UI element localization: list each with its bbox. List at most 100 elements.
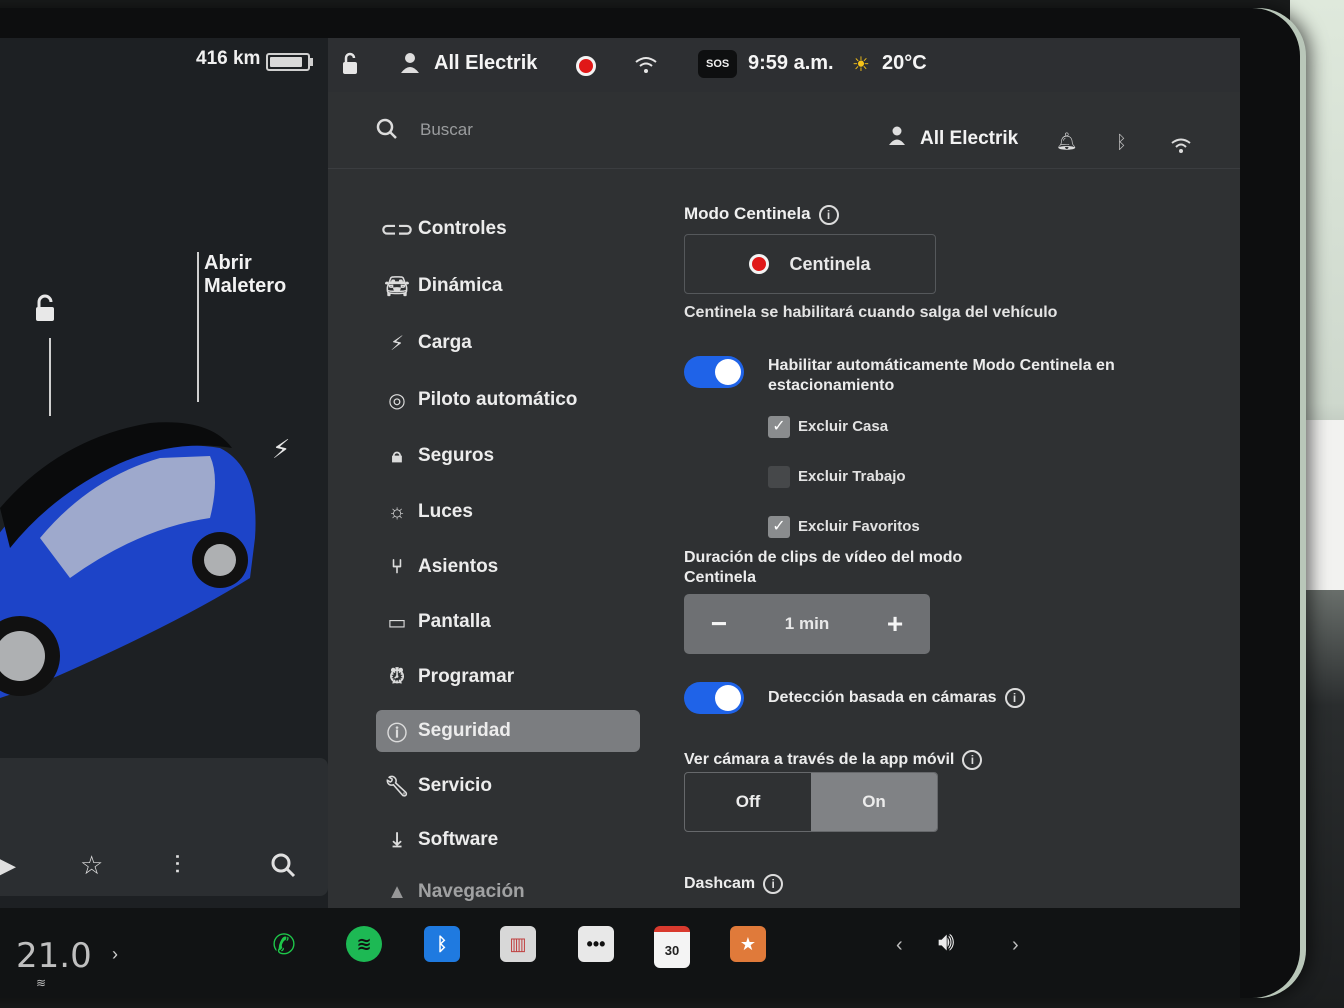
nav-luces[interactable]: ☼ Luces — [376, 491, 640, 533]
exclude-work-label: Excluir Trabajo — [798, 468, 906, 485]
games-icon[interactable]: ★ — [730, 926, 766, 962]
nav-dinamica[interactable]: 🚘︎ Dinámica — [376, 265, 640, 307]
camera-detection-toggle[interactable] — [684, 682, 744, 714]
info-icon[interactable]: i — [818, 204, 839, 225]
nav-pantalla[interactable]: ▭ Pantalla — [376, 601, 640, 643]
sentry-button-label: Centinela — [789, 253, 871, 274]
volume-down-chevron-icon[interactable]: ‹ — [896, 934, 903, 957]
record-dot-icon — [749, 254, 770, 274]
nav-seguros[interactable]: 🔒︎ Seguros — [376, 435, 640, 477]
search-icon[interactable] — [270, 852, 296, 878]
auto-enable-label: Habilitar automáticamente Modo Centinela… — [768, 357, 1115, 394]
sentry-note: Centinela se habilitará cuando salga del… — [684, 304, 1058, 321]
volume-up-chevron-icon[interactable]: › — [1012, 934, 1019, 957]
battery-icon — [266, 53, 313, 71]
info-icon[interactable]: i — [763, 874, 784, 894]
more-apps-icon[interactable]: ••• — [578, 926, 614, 962]
toggle-icon: ⊂⊃ — [380, 218, 414, 241]
info-icon[interactable]: i — [1004, 688, 1025, 708]
nav-controles[interactable]: ⊂⊃ Controles — [376, 208, 640, 250]
search-input[interactable]: Buscar — [420, 120, 473, 140]
calendar-icon[interactable]: 30 — [654, 926, 690, 968]
sentry-title-text: Modo Centinela — [684, 204, 811, 223]
phone-icon[interactable]: ✆ — [266, 926, 302, 962]
toybox-icon[interactable]: ▥ — [500, 926, 536, 962]
wifi-icon[interactable] — [634, 56, 658, 74]
charge-port-icon[interactable]: ⚡ — [272, 434, 290, 465]
increase-button[interactable]: + — [880, 608, 910, 640]
nav-software[interactable]: ⤓ Software — [376, 819, 640, 861]
nav-label: Carga — [418, 332, 472, 353]
nav-programar[interactable]: ⏰︎ Programar — [376, 656, 640, 698]
touchscreen: 416 km Abrir Maletero ⚡ ▶ ☆ ⫶ All Electr… — [0, 38, 1240, 908]
alert-circle-icon: ⓘ — [387, 722, 407, 745]
calendar-day: 30 — [664, 942, 680, 958]
defrost-icon[interactable]: ≋ — [36, 976, 46, 990]
nav-navegacion[interactable]: ▲ Navegación — [376, 871, 640, 908]
navigation-arrow-icon: ▲ — [387, 880, 407, 903]
car-panel: 416 km Abrir Maletero ⚡ ▶ ☆ ⫶ — [0, 38, 328, 908]
nav-carga[interactable]: ⚡︎ Carga — [376, 322, 640, 364]
nav-label: Navegación — [418, 881, 525, 902]
light-icon: ☼ — [387, 500, 407, 523]
dashcam-title: Dashcam — [684, 875, 756, 893]
next-track-icon[interactable]: ▶ — [0, 850, 16, 881]
nav-label: Seguros — [418, 445, 495, 466]
nav-asientos[interactable]: ⑂ Asientos — [376, 546, 640, 588]
spotify-icon[interactable]: ≋ — [346, 926, 382, 962]
outside-temperature: 20°C — [882, 52, 927, 74]
trunk-label-line2: Maletero — [204, 275, 287, 297]
nav-piloto-automatico[interactable]: ◎ Piloto automático — [376, 379, 640, 421]
bottom-dock: 21.0 › ≋ ✆ ≋ ᛒ ▥ ••• 30 ★ ‹ 🔊︎ › — [0, 908, 1240, 998]
mobile-view-off-option[interactable]: Off — [685, 773, 811, 831]
profile-icon[interactable] — [400, 52, 420, 74]
bluetooth-icon[interactable]: ᛒ — [424, 926, 460, 962]
open-trunk-button[interactable]: Abrir Maletero — [204, 252, 286, 298]
search-icon[interactable] — [376, 118, 398, 140]
mobile-view-on-option[interactable]: On — [811, 773, 937, 831]
nav-label: Pantalla — [418, 611, 491, 632]
mobile-view-title: Ver cámara a través de la app móvil — [684, 751, 955, 769]
exclude-home-label: Excluir Casa — [798, 418, 889, 435]
favorite-star-icon[interactable]: ☆ — [80, 850, 103, 881]
wrench-icon: 🔧︎ — [384, 775, 410, 798]
nav-label: Programar — [418, 666, 515, 687]
sos-button[interactable]: SOS — [698, 50, 738, 78]
mobile-view-row: Ver cámara a través de la app móvil i — [684, 750, 983, 770]
exclude-favorites-checkbox[interactable]: ✓ — [768, 516, 790, 538]
security-content: Modo Centinela i Centinela Centinela se h… — [684, 92, 1224, 908]
equalizer-icon[interactable]: ⫶ — [174, 850, 181, 882]
unlock-icon[interactable] — [30, 294, 60, 324]
decrease-button[interactable]: − — [704, 608, 734, 640]
nav-seguridad[interactable]: ⓘ Seguridad — [376, 710, 640, 752]
info-icon[interactable]: i — [962, 750, 983, 770]
volume-icon[interactable]: 🔊︎ — [938, 926, 954, 958]
nav-label: Dinámica — [418, 275, 503, 296]
temp-chevron-right-icon[interactable]: › — [112, 944, 118, 965]
clip-duration-title: Duración de clips de vídeo del modo Cent… — [684, 549, 963, 586]
unlock-status-icon[interactable] — [340, 52, 362, 76]
sentry-record-icon[interactable] — [576, 56, 596, 76]
camera-detection-label: Detección basada en cámaras — [768, 689, 997, 707]
nav-label: Servicio — [418, 775, 492, 796]
alarm-clock-icon: ⏰︎ — [389, 665, 405, 688]
lock-icon: 🔒︎ — [391, 444, 403, 467]
dashcam-row: Dashcam i — [684, 874, 784, 894]
car-icon: 🚘︎ — [384, 275, 410, 298]
cabin-temperature[interactable]: 21.0 — [16, 936, 92, 976]
nav-label: Piloto automático — [418, 389, 578, 410]
auto-enable-toggle[interactable] — [684, 356, 744, 388]
range-readout: 416 km — [196, 48, 261, 69]
exclude-home-checkbox[interactable]: ✓ — [768, 416, 790, 438]
exclude-work-checkbox[interactable] — [768, 466, 790, 488]
nav-label: Asientos — [418, 556, 499, 577]
nav-servicio[interactable]: 🔧︎ Servicio — [376, 765, 640, 807]
profile-name[interactable]: All Electrik — [434, 52, 537, 75]
battery-fill — [270, 57, 302, 67]
clip-duration-stepper: − 1 min + — [684, 594, 930, 654]
nav-label: Seguridad — [418, 720, 511, 741]
sentry-toggle-button[interactable]: Centinela — [684, 234, 936, 294]
display-icon: ▭ — [387, 611, 407, 634]
mobile-view-segmented-control: Off On — [684, 772, 938, 832]
nav-label: Controles — [418, 218, 507, 239]
